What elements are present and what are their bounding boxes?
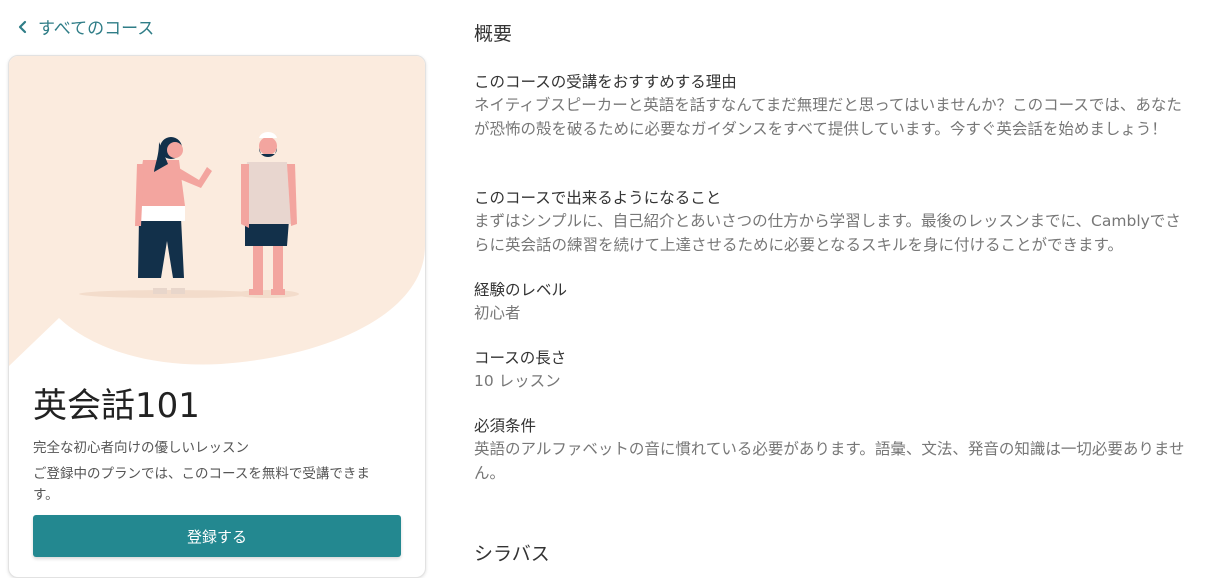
back-link-label: すべてのコース xyxy=(38,19,155,39)
plan-note: ご登録中のプランでは、このコースを無料で受講できます。 xyxy=(33,466,370,503)
enroll-button[interactable]: 登録する xyxy=(33,515,401,557)
back-to-all-courses-link[interactable]: すべてのコース xyxy=(14,14,154,39)
course-illustration xyxy=(9,56,425,366)
course-title: 英会話101 xyxy=(33,386,200,426)
requirements-label: 必須条件 xyxy=(474,417,537,435)
reason-value: ネイティブスピーカーと英語を話すなんてまだ無理だと思ってはいませんか？このコース… xyxy=(474,96,1182,138)
outcome-label: このコースで出来るようになること xyxy=(474,189,722,207)
overview-heading: 概要 xyxy=(474,23,513,45)
requirements-value: 英語のアルファベットの音に慣れている必要があります。語彙、文法、発音の知識は一切… xyxy=(474,440,1185,482)
reason-label: このコースの受講をおすすめする理由 xyxy=(474,73,737,91)
length-value: 10 レッスン xyxy=(474,372,561,390)
course-subtitle: 完全な初心者向けの優しいレッスン xyxy=(33,440,249,456)
level-value: 初心者 xyxy=(474,304,521,322)
syllabus-heading: シラバス xyxy=(474,543,550,565)
course-card: 英会話101 完全な初心者向けの優しいレッスン ご登録中のプランでは、このコース… xyxy=(8,55,426,578)
level-label: 経験のレベル xyxy=(474,281,568,299)
outcome-value: まずはシンプルに、自己紹介とあいさつの仕方から学習します。最後のレッスンまでに、… xyxy=(474,212,1181,254)
chevron-left-icon xyxy=(18,20,27,33)
length-label: コースの長さ xyxy=(474,349,567,367)
